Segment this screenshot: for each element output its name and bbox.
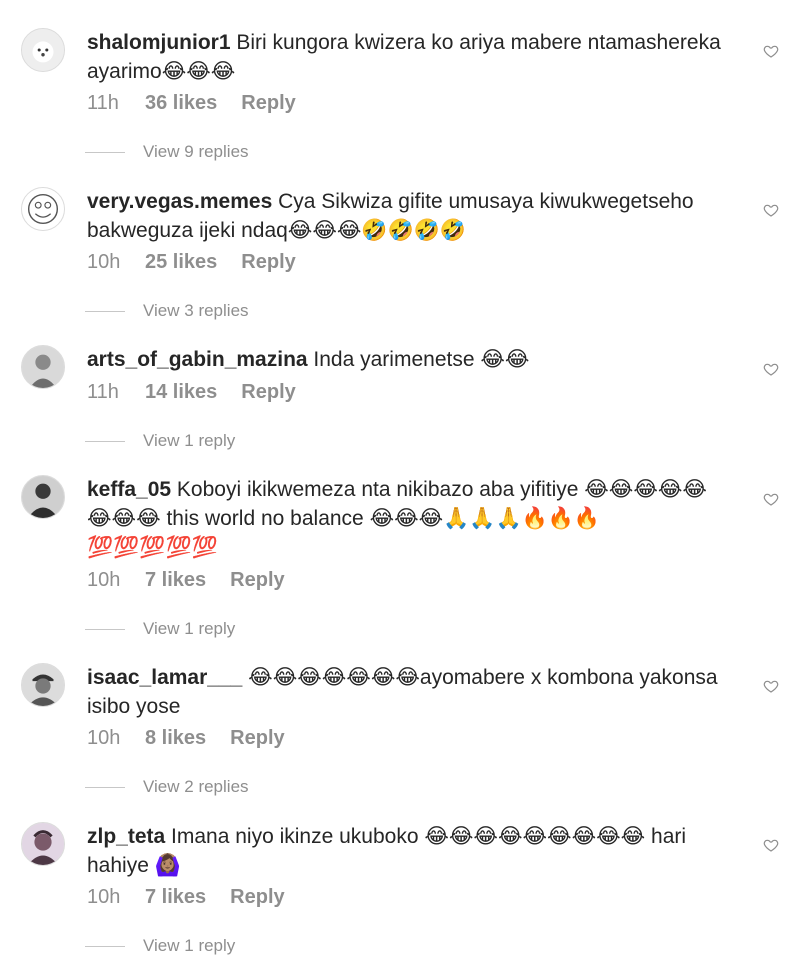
- comment-likes[interactable]: 36 likes: [145, 92, 217, 115]
- comment-likes[interactable]: 7 likes: [145, 886, 206, 909]
- comment-likes[interactable]: 8 likes: [145, 727, 206, 750]
- replies-divider: [85, 151, 125, 153]
- heart-outline-icon[interactable]: [763, 491, 779, 507]
- replies-divider: [85, 786, 125, 788]
- avatar[interactable]: [21, 187, 65, 231]
- view-replies-label[interactable]: View 2 replies: [143, 777, 249, 797]
- view-replies-label[interactable]: View 1 reply: [143, 936, 235, 956]
- reply-button[interactable]: Reply: [241, 251, 295, 274]
- view-replies-label[interactable]: View 1 reply: [143, 619, 235, 639]
- view-replies[interactable]: View 3 replies: [85, 301, 249, 321]
- comment-meta: 11h 36 likes Reply: [87, 92, 296, 115]
- comment-text: Imana niyo ikinze ukuboko 😂😂😂😂😂😂😂😂😂 hari…: [87, 825, 687, 877]
- reply-button[interactable]: Reply: [230, 569, 284, 592]
- comment-likes[interactable]: 7 likes: [145, 569, 206, 592]
- view-replies-label[interactable]: View 3 replies: [143, 301, 249, 321]
- view-replies-label[interactable]: View 9 replies: [143, 142, 249, 162]
- comment-likes[interactable]: 14 likes: [145, 381, 217, 404]
- comment-time: 10h: [87, 727, 121, 749]
- avatar[interactable]: [21, 663, 65, 707]
- avatar[interactable]: [21, 475, 65, 519]
- avatar[interactable]: [21, 822, 65, 866]
- comment-time: 10h: [87, 569, 121, 591]
- comment-meta: 11h 14 likes Reply: [87, 381, 296, 404]
- view-replies[interactable]: View 1 reply: [85, 431, 235, 451]
- comment-username[interactable]: zlp_teta: [87, 825, 165, 848]
- comment-time: 10h: [87, 886, 121, 908]
- comment-meta: 10h 7 likes Reply: [87, 569, 285, 592]
- comment-time: 11h: [87, 92, 119, 114]
- reply-button[interactable]: Reply: [241, 92, 295, 115]
- reply-button[interactable]: Reply: [230, 727, 284, 750]
- comment-username[interactable]: keffa_05: [87, 478, 171, 501]
- comment-body: shalomjunior1 Biri kungora kwizera ko ar…: [87, 28, 727, 86]
- comment-likes[interactable]: 25 likes: [145, 251, 217, 274]
- avatar[interactable]: [21, 28, 65, 72]
- comment-body: isaac_lamar___ 😂😂😂😂😂😂😂ayomabere x kombon…: [87, 663, 727, 721]
- view-replies[interactable]: View 2 replies: [85, 777, 249, 797]
- replies-divider: [85, 310, 125, 312]
- comment-username[interactable]: very.vegas.memes: [87, 190, 272, 213]
- replies-divider: [85, 440, 125, 442]
- comment-body: very.vegas.memes Cya Sikwiza gifite umus…: [87, 187, 727, 245]
- comment-time: 10h: [87, 251, 121, 273]
- comment-text: Koboyi ikikwemeza nta nikibazo aba yifit…: [87, 478, 707, 559]
- comment-username[interactable]: shalomjunior1: [87, 31, 231, 54]
- comment-username[interactable]: isaac_lamar___: [87, 666, 242, 689]
- comment-meta: 10h 7 likes Reply: [87, 886, 285, 909]
- comment-meta: 10h 8 likes Reply: [87, 727, 285, 750]
- replies-divider: [85, 628, 125, 630]
- view-replies[interactable]: View 1 reply: [85, 619, 235, 639]
- comment-body: keffa_05 Koboyi ikikwemeza nta nikibazo …: [87, 475, 727, 562]
- comment-body: zlp_teta Imana niyo ikinze ukuboko 😂😂😂😂😂…: [87, 822, 727, 880]
- reply-button[interactable]: Reply: [241, 381, 295, 404]
- heart-outline-icon[interactable]: [763, 361, 779, 377]
- view-replies[interactable]: View 1 reply: [85, 936, 235, 956]
- comment-time: 11h: [87, 381, 119, 403]
- avatar[interactable]: [21, 345, 65, 389]
- replies-divider: [85, 945, 125, 947]
- comment-meta: 10h 25 likes Reply: [87, 251, 296, 274]
- view-replies-label[interactable]: View 1 reply: [143, 431, 235, 451]
- comment-username[interactable]: arts_of_gabin_mazina: [87, 348, 308, 371]
- view-replies[interactable]: View 9 replies: [85, 142, 249, 162]
- heart-outline-icon[interactable]: [763, 678, 779, 694]
- comment-text: Inda yarimenetse 😂😂: [313, 348, 530, 371]
- heart-outline-icon[interactable]: [763, 837, 779, 853]
- heart-outline-icon[interactable]: [763, 43, 779, 59]
- heart-outline-icon[interactable]: [763, 202, 779, 218]
- reply-button[interactable]: Reply: [230, 886, 284, 909]
- comment-body: arts_of_gabin_mazina Inda yarimenetse 😂😂: [87, 345, 727, 374]
